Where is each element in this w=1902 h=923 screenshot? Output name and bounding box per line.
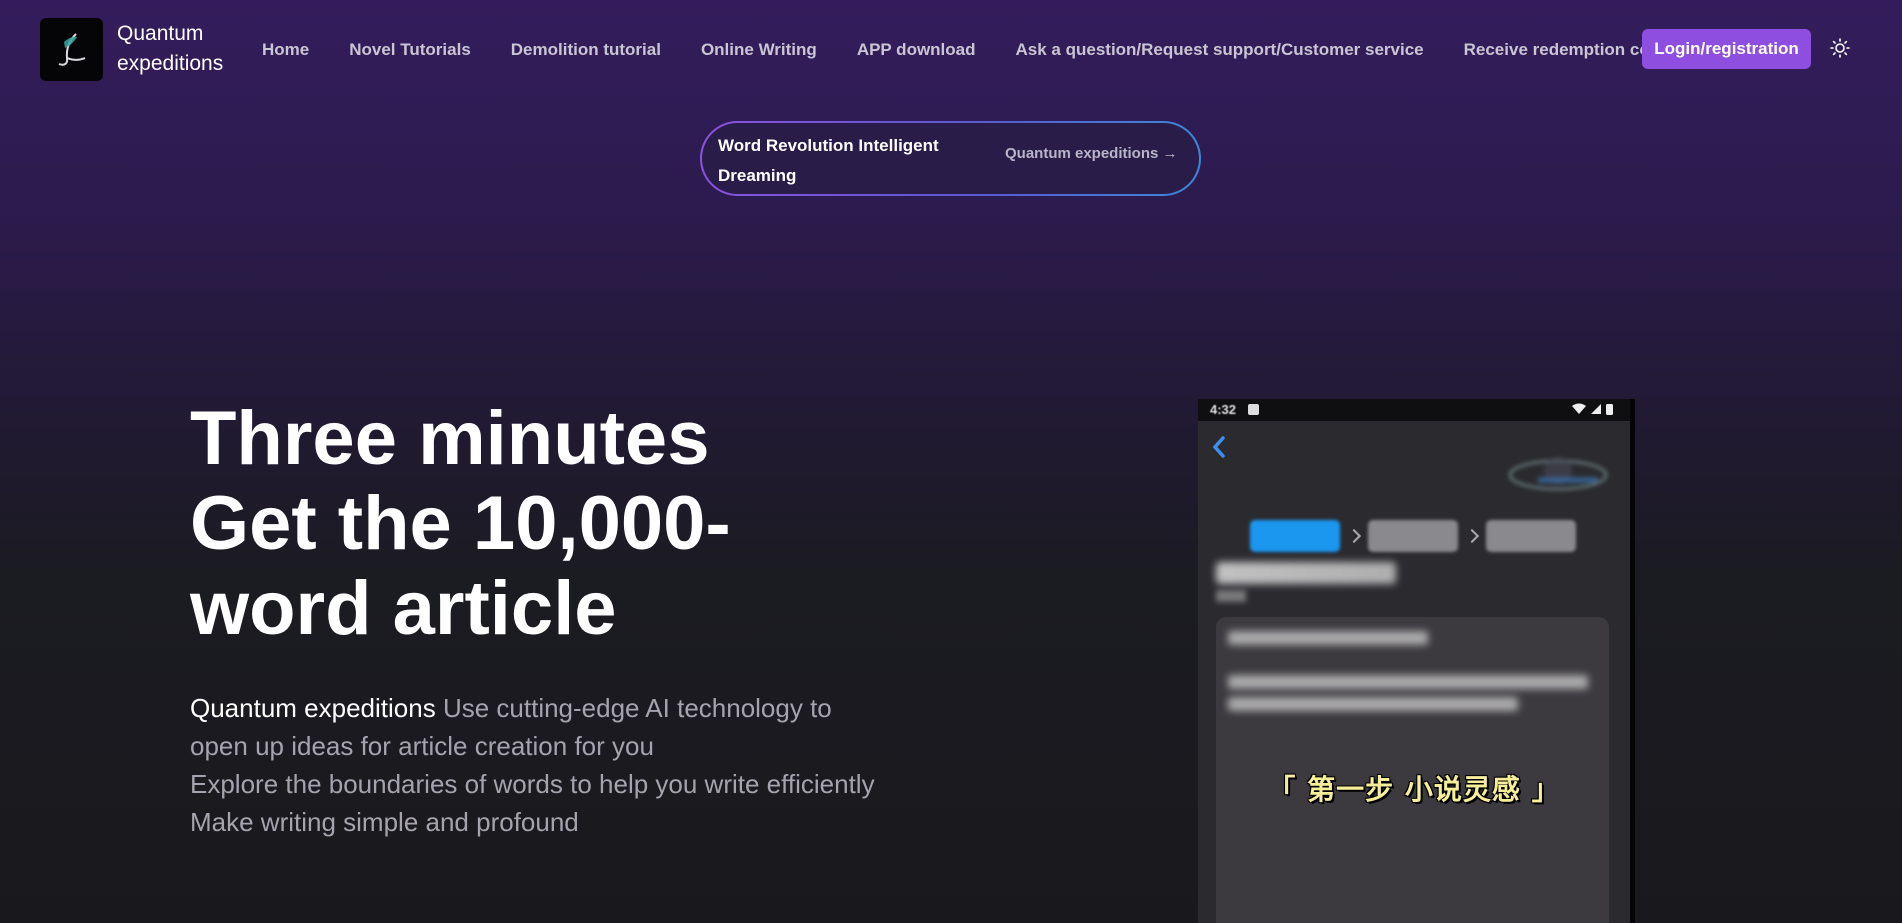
announcement-pill[interactable]: Word Revolution Intelligent Dreaming Qua… bbox=[700, 121, 1201, 196]
wifi-icon bbox=[1572, 403, 1586, 414]
announcement-pill-inner: Word Revolution Intelligent Dreaming Qua… bbox=[702, 123, 1199, 194]
hero-title-line: Three minutes bbox=[190, 396, 710, 481]
hero-title: Three minutes Get the 10,000- word artic… bbox=[190, 396, 810, 651]
battery-icon bbox=[1606, 404, 1613, 415]
login-registration-button[interactable]: Login/registration bbox=[1642, 29, 1811, 69]
notification-icon bbox=[1248, 404, 1259, 415]
blurred-text-line bbox=[1228, 631, 1428, 645]
hero-desc-line1: Quantum expeditions Use cutting-edge AI … bbox=[190, 689, 890, 765]
hero-title-line: word article bbox=[190, 566, 617, 651]
nav-online-writing[interactable]: Online Writing bbox=[701, 40, 817, 64]
nav-demolition-tutorial[interactable]: Demolition tutorial bbox=[511, 40, 661, 64]
hero-desc-brand: Quantum expeditions bbox=[190, 693, 436, 723]
blurred-text-line bbox=[1228, 675, 1588, 689]
announcement-title: Word Revolution Intelligent Dreaming bbox=[718, 136, 939, 185]
signal-icon bbox=[1591, 404, 1601, 414]
announcement-link[interactable]: Quantum expeditions → bbox=[1005, 145, 1178, 162]
main-nav: Home Novel Tutorials Demolition tutorial… bbox=[262, 40, 1670, 64]
nav-support[interactable]: Ask a question/Request support/Customer … bbox=[1016, 40, 1424, 64]
sun-icon bbox=[1830, 38, 1850, 58]
step-2-tab bbox=[1368, 520, 1458, 552]
step-1-tab bbox=[1250, 520, 1340, 552]
nav-app-download[interactable]: APP download bbox=[857, 40, 976, 64]
theme-toggle-button[interactable] bbox=[1828, 36, 1852, 60]
site-logo[interactable] bbox=[40, 18, 103, 81]
status-time: 4:32 bbox=[1210, 402, 1237, 417]
step-arrow-icon bbox=[1346, 528, 1362, 544]
nav-redemption-code[interactable]: Receive redemption code bbox=[1464, 40, 1670, 64]
nav-novel-tutorials[interactable]: Novel Tutorials bbox=[349, 40, 471, 64]
nav-home[interactable]: Home bbox=[262, 40, 309, 64]
step-3-tab bbox=[1486, 520, 1576, 552]
phone-status-bar: 4:32 bbox=[1198, 399, 1630, 421]
back-chevron-icon bbox=[1212, 436, 1225, 458]
blurred-text-line bbox=[1228, 697, 1518, 711]
status-icons bbox=[1571, 403, 1614, 416]
blurred-heading bbox=[1216, 562, 1396, 584]
blurred-subtitle bbox=[1216, 590, 1246, 602]
feather-logo-icon bbox=[58, 32, 85, 66]
app-preview-video[interactable]: 4:32 「 第一步 小说灵感 」 bbox=[1198, 399, 1635, 923]
video-caption: 「 第一步 小说灵感 」 bbox=[1267, 773, 1561, 806]
step-indicator bbox=[1250, 520, 1576, 552]
top-navigation: Quantum expeditions Home Novel Tutorials… bbox=[0, 0, 1902, 100]
hero-title-line: Get the 10,000- bbox=[190, 481, 731, 566]
step-arrow-icon bbox=[1464, 528, 1480, 544]
hero-desc-line3: Make writing simple and profound bbox=[190, 807, 579, 837]
hero-desc-line2: Explore the boundaries of words to help … bbox=[190, 769, 875, 799]
planet-logo-icon bbox=[1509, 457, 1607, 490]
hero-description: Quantum expeditions Use cutting-edge AI … bbox=[190, 689, 890, 841]
brand-name[interactable]: Quantum expeditions bbox=[117, 19, 237, 79]
